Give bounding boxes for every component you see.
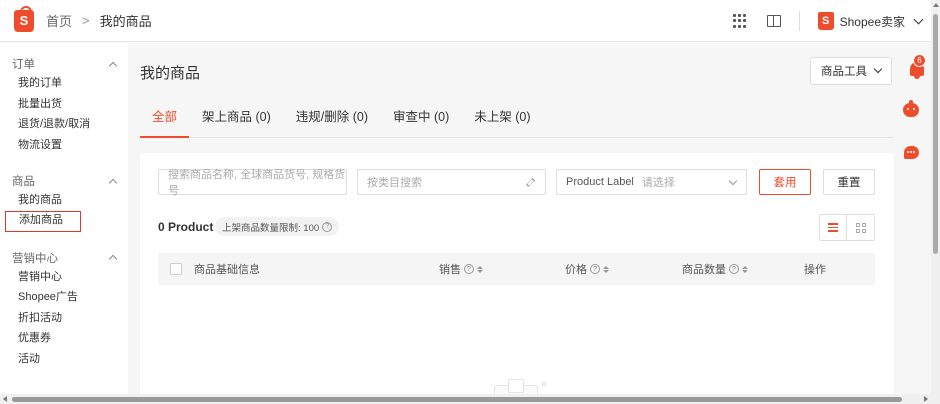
col-actions: 操作 bbox=[804, 253, 826, 285]
scroll-up-arrow-icon[interactable] bbox=[933, 3, 939, 7]
notification-badge: 6 bbox=[913, 54, 926, 67]
page-title: 我的商品 bbox=[140, 65, 201, 82]
help-icon[interactable]: ? bbox=[590, 264, 600, 274]
sidebar-item-shopee-ads[interactable]: Shopee广告 bbox=[0, 287, 128, 308]
sort-icon[interactable] bbox=[742, 265, 748, 273]
sidebar-item-vouchers[interactable]: 优惠券 bbox=[0, 328, 128, 349]
sidebar-section-products[interactable]: 商品 bbox=[0, 172, 128, 190]
tab-unlisted[interactable]: 未上架 (0) bbox=[462, 100, 542, 138]
tab-live[interactable]: 架上商品 (0) bbox=[190, 100, 283, 138]
sidebar-item-add-product[interactable]: 添加商品 bbox=[5, 210, 81, 232]
listing-limit-badge: 上架商品数量限制: 100 ? bbox=[215, 217, 340, 236]
sidebar-section-orders[interactable]: 订单 bbox=[0, 55, 128, 73]
sort-icon[interactable] bbox=[603, 265, 609, 273]
search-placeholder: 搜索商品名称, 全球商品货号, 规格货号 bbox=[168, 169, 346, 197]
col-price-label: 价格 bbox=[565, 264, 587, 276]
vertical-scrollbar[interactable] bbox=[931, 0, 940, 404]
search-input[interactable]: 搜索商品名称, 全球商品货号, 规格货号 bbox=[158, 169, 347, 197]
assistant-bot-icon[interactable] bbox=[903, 100, 919, 117]
table-header: 商品基础信息 销售 ? 价格 ? 商品数量 ? 操作 bbox=[158, 253, 875, 285]
product-count: 0 Product bbox=[158, 220, 214, 234]
sidebar-section-title: 商品 bbox=[12, 176, 35, 188]
col-product-info-label: 商品基础信息 bbox=[194, 264, 260, 276]
sidebar-item-campaigns[interactable]: 活动 bbox=[0, 349, 128, 370]
vertical-scroll-thumb[interactable] bbox=[933, 14, 938, 254]
breadcrumb-home[interactable]: 首页 bbox=[46, 11, 72, 30]
horizontal-scroll-thumb[interactable] bbox=[12, 397, 902, 402]
list-icon bbox=[828, 223, 838, 232]
product-label-title: Product Label bbox=[566, 176, 634, 188]
sidebar-section-title: 营销中心 bbox=[12, 252, 58, 265]
top-header: S 首页 > 我的商品 S Shopee卖家 bbox=[0, 0, 940, 42]
help-icon[interactable]: ? bbox=[464, 264, 474, 274]
apps-grid-icon[interactable] bbox=[732, 14, 747, 28]
sidebar-section-marketing[interactable]: 营销中心 bbox=[0, 249, 128, 267]
header-divider bbox=[798, 11, 800, 31]
scroll-left-arrow-icon[interactable] bbox=[3, 396, 7, 402]
product-tools-button[interactable]: 商品工具 bbox=[810, 57, 892, 85]
pencil-icon bbox=[526, 177, 535, 187]
tab-reviewing[interactable]: 审查中 (0) bbox=[381, 100, 461, 138]
col-sales[interactable]: 销售 ? bbox=[439, 253, 483, 285]
col-product-info: 商品基础信息 bbox=[194, 253, 260, 285]
chevron-down-icon bbox=[873, 64, 883, 74]
product-tabs: 全部 架上商品 (0) 违规/删除 (0) 审查中 (0) 未上架 (0) bbox=[140, 100, 894, 138]
scroll-right-arrow-icon[interactable] bbox=[924, 396, 928, 402]
chevron-up-icon[interactable] bbox=[108, 254, 118, 264]
product-list-card: 搜索商品名称, 全球商品货号, 规格货号 按类目搜索 Product Label… bbox=[140, 153, 894, 404]
category-placeholder: 按类目搜索 bbox=[367, 177, 422, 189]
help-icon[interactable]: ? bbox=[729, 264, 739, 274]
col-price[interactable]: 价格 ? bbox=[565, 253, 609, 285]
shopee-logo-icon[interactable]: S bbox=[14, 5, 34, 32]
chevron-up-icon[interactable] bbox=[108, 178, 118, 187]
seller-name[interactable]: Shopee卖家 bbox=[840, 13, 905, 30]
reset-button[interactable]: 重置 bbox=[823, 169, 875, 195]
chevron-up-icon[interactable] bbox=[108, 61, 118, 70]
chevron-down-icon[interactable] bbox=[913, 14, 924, 24]
sidebar-item-marketing-center[interactable]: 营销中心 bbox=[0, 267, 128, 288]
listing-limit-text: 上架商品数量限制: 100 bbox=[222, 222, 320, 234]
apply-button[interactable]: 套用 bbox=[759, 169, 811, 195]
horizontal-scrollbar[interactable] bbox=[0, 394, 931, 404]
view-toggle bbox=[819, 214, 875, 241]
sidebar-section-title: 订单 bbox=[12, 59, 35, 71]
col-stock[interactable]: 商品数量 ? bbox=[682, 253, 748, 285]
product-label-placeholder: 请选择 bbox=[641, 177, 675, 189]
sidebar-item-my-products[interactable]: 我的商品 bbox=[0, 190, 128, 211]
breadcrumb-separator: > bbox=[82, 13, 90, 28]
seller-logo-letter: S bbox=[821, 15, 830, 27]
sidebar-item-discounts[interactable]: 折扣活动 bbox=[0, 308, 128, 329]
help-icon[interactable]: ? bbox=[322, 221, 333, 232]
tab-violation[interactable]: 违规/删除 (0) bbox=[284, 100, 380, 138]
grid-icon bbox=[855, 222, 866, 233]
sidebar-item-logistics[interactable]: 物流设置 bbox=[0, 135, 128, 156]
select-all-checkbox[interactable] bbox=[170, 263, 182, 275]
right-float-panel bbox=[895, 43, 931, 404]
sidebar-item-bulk-ship[interactable]: 批量出货 bbox=[0, 94, 128, 115]
tab-all[interactable]: 全部 bbox=[140, 100, 190, 138]
breadcrumb-current: 我的商品 bbox=[99, 14, 152, 29]
sidebar-item-my-orders[interactable]: 我的订单 bbox=[0, 73, 128, 94]
sidebar: 订单 我的订单 批量出货 退货/退款/取消 物流设置 商品 我的商品 添加商品 … bbox=[0, 43, 128, 404]
logo-letter: S bbox=[19, 13, 29, 28]
col-sales-label: 销售 bbox=[439, 264, 461, 276]
sidebar-item-returns[interactable]: 退货/退款/取消 bbox=[0, 114, 128, 135]
sort-icon[interactable] bbox=[477, 265, 483, 273]
book-icon[interactable] bbox=[766, 15, 781, 27]
chevron-down-icon bbox=[728, 176, 738, 186]
product-tools-label: 商品工具 bbox=[821, 66, 867, 78]
product-label-select[interactable]: Product Label 请选择 bbox=[556, 169, 747, 195]
col-stock-label: 商品数量 bbox=[682, 264, 726, 276]
chat-icon[interactable] bbox=[904, 146, 919, 159]
col-actions-label: 操作 bbox=[804, 264, 826, 276]
list-view-button[interactable] bbox=[820, 215, 848, 240]
seller-logo-icon[interactable]: S bbox=[817, 12, 834, 30]
category-search-input[interactable]: 按类目搜索 bbox=[357, 169, 546, 195]
grid-view-button[interactable] bbox=[847, 215, 874, 240]
header-actions: S Shopee卖家 bbox=[732, 0, 924, 42]
